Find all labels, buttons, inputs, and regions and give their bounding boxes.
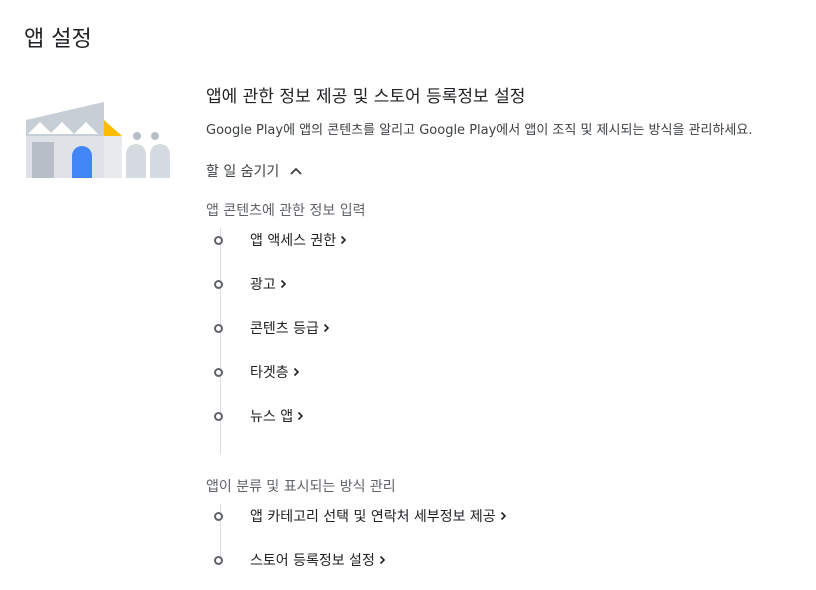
task-label: 뉴스 앱 bbox=[250, 409, 294, 425]
hide-tasks-toggle[interactable]: 할 일 숨기기 bbox=[206, 161, 303, 181]
task-item-target-audience: 타겟층 bbox=[214, 362, 300, 382]
task-item-app-category: 앱 카테고리 선택 및 연락처 세부정보 제공 bbox=[214, 506, 507, 526]
task-link-content-rating[interactable]: 콘텐츠 등급 bbox=[250, 318, 330, 338]
task-item-ads: 광고 bbox=[214, 274, 287, 294]
task-label: 콘텐츠 등급 bbox=[250, 321, 319, 337]
app-setup-illustration bbox=[26, 102, 170, 178]
task-item-news-app: 뉴스 앱 bbox=[214, 406, 304, 426]
task-label: 스토어 등록정보 설정 bbox=[250, 553, 375, 569]
app-settings-page: 앱 설정 앱에 관한 정보 제공 및 스토어 등록정보 설정 Google Pl… bbox=[0, 0, 816, 590]
task-label: 앱 액세스 권한 bbox=[250, 233, 337, 249]
chevron-up-icon bbox=[290, 167, 302, 175]
task-link-news-app[interactable]: 뉴스 앱 bbox=[250, 406, 304, 426]
chevron-right-icon bbox=[280, 279, 286, 289]
section-title: 앱에 관한 정보 제공 및 스토어 등록정보 설정 bbox=[206, 87, 526, 107]
task-link-store-listing[interactable]: 스토어 등록정보 설정 bbox=[250, 550, 386, 570]
chevron-right-icon bbox=[323, 323, 329, 333]
timeline-dot-icon bbox=[214, 367, 223, 377]
group-title-app-content: 앱 콘텐츠에 관한 정보 입력 bbox=[206, 203, 366, 219]
timeline-dot-icon bbox=[214, 235, 223, 245]
chevron-right-icon bbox=[293, 367, 299, 377]
timeline-dot-icon bbox=[214, 279, 223, 289]
task-label: 타겟층 bbox=[250, 365, 289, 381]
task-link-ads[interactable]: 광고 bbox=[250, 274, 287, 294]
task-item-content-rating: 콘텐츠 등급 bbox=[214, 318, 330, 338]
timeline-dot-icon bbox=[214, 411, 223, 421]
chevron-right-icon bbox=[500, 511, 506, 521]
timeline-dot-icon bbox=[214, 511, 223, 521]
task-link-target-audience[interactable]: 타겟층 bbox=[250, 362, 300, 382]
hide-tasks-label: 할 일 숨기기 bbox=[206, 164, 280, 180]
page-title: 앱 설정 bbox=[24, 26, 92, 52]
section-description: Google Play에 앱의 콘텐츠를 알리고 Google Play에서 앱… bbox=[206, 123, 753, 138]
task-label: 앱 카테고리 선택 및 연락처 세부정보 제공 bbox=[250, 509, 496, 525]
group-title-store-presence: 앱이 분류 및 표시되는 방식 관리 bbox=[206, 479, 396, 495]
timeline-dot-icon bbox=[214, 323, 223, 333]
task-label: 광고 bbox=[250, 277, 276, 293]
chevron-right-icon bbox=[298, 411, 304, 421]
task-link-app-access[interactable]: 앱 액세스 권한 bbox=[250, 230, 347, 250]
chevron-right-icon bbox=[341, 235, 347, 245]
timeline-dot-icon bbox=[214, 555, 223, 565]
task-item-app-access: 앱 액세스 권한 bbox=[214, 230, 347, 250]
chevron-right-icon bbox=[379, 555, 385, 565]
task-item-store-listing: 스토어 등록정보 설정 bbox=[214, 550, 386, 570]
task-link-app-category[interactable]: 앱 카테고리 선택 및 연락처 세부정보 제공 bbox=[250, 506, 507, 526]
